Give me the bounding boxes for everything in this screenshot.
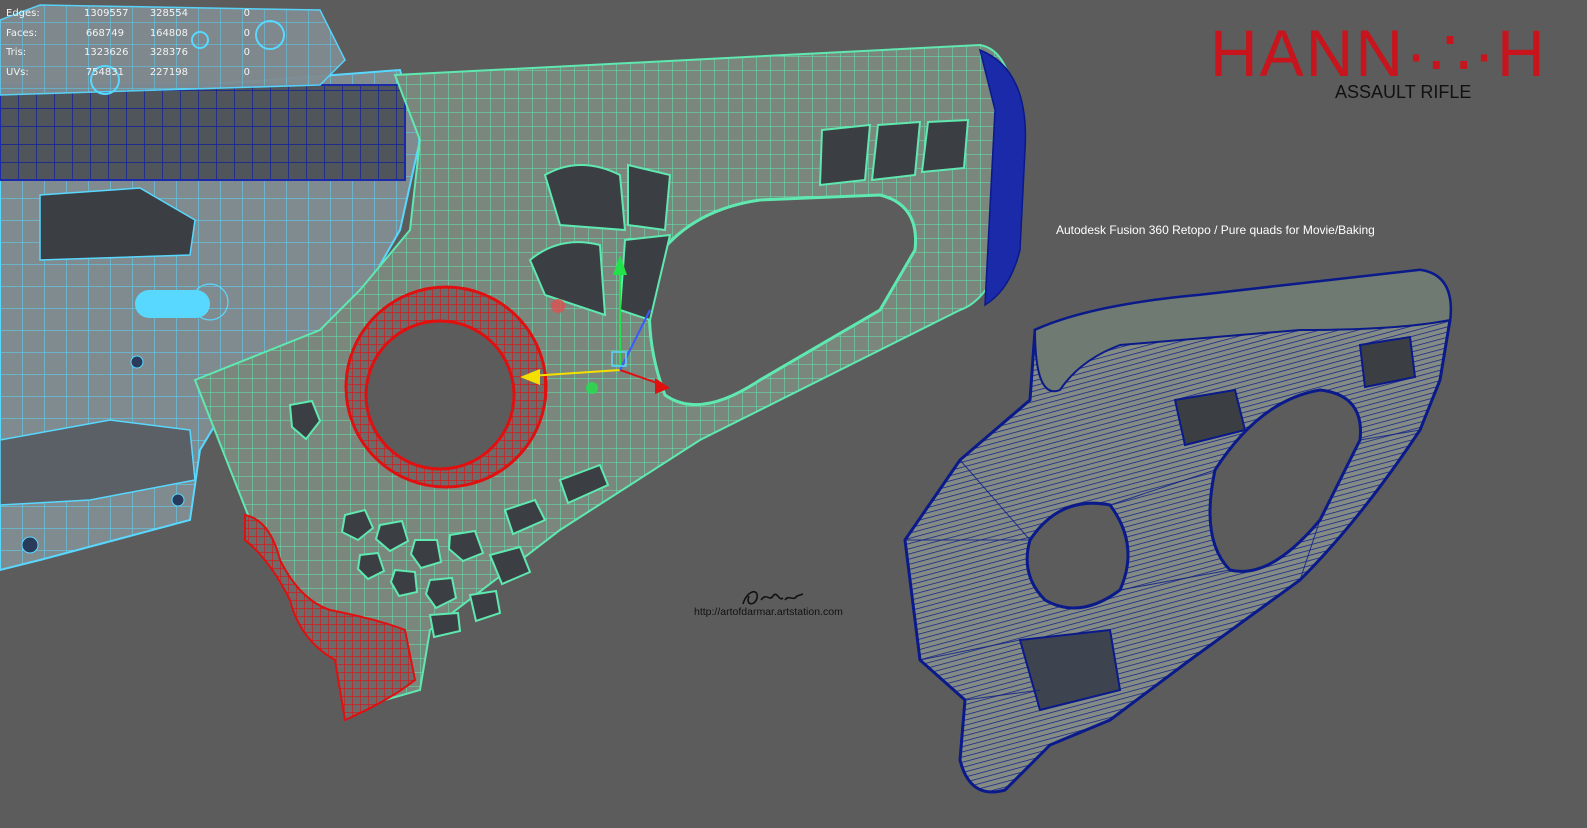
hud-value-extra: 0 [243,47,250,58]
hud-value-extra: 0 [243,66,250,78]
fusion-mesh-wireframe [903,268,1453,794]
caption-text: Autodesk Fusion 360 Retopo / Pure quads … [1056,223,1375,237]
hud-value-total: 754831 [85,66,124,78]
logo-title: HANN·∴·H [1210,16,1547,90]
hud-row-edges: Edges: 1309557 328554 0 [4,8,264,28]
3d-viewport[interactable] [0,0,1587,828]
logo-subtitle: ASSAULT RIFLE [1335,82,1472,102]
hud-value-total: 1309557 [84,8,129,19]
signature-scribble [742,591,804,605]
hud-value-total: 668749 [85,27,124,39]
hud-row-tris: Tris: 1323626 328376 0 [4,47,264,67]
hud-label: Faces: [6,27,38,39]
hud-label: Edges: [6,8,40,19]
hud-row-uvs: UVs: 754831 227198 0 [4,67,264,87]
viewport-canvas[interactable] [0,0,1587,828]
hud-value-selected: 227198 [149,66,188,78]
hud-label: UVs: [6,66,29,78]
hud-label: Tris: [6,47,27,58]
hud-value-extra: 0 [243,27,250,39]
hud-value-selected: 328554 [149,8,188,19]
hud-row-faces: Faces: 668749 164808 0 [4,28,264,48]
hud-value-extra: 0 [243,8,250,19]
poly-count-hud: Edges: 1309557 328554 0 Faces: 668749 16… [4,8,264,86]
hud-value-total: 1323626 [84,47,129,58]
hud-value-selected: 328376 [149,47,188,58]
artist-url: http://artofdarmar.artstation.com [694,606,843,618]
hud-value-selected: 164808 [149,27,188,39]
hannah-logo: HANN·∴·H ASSAULT RIFLE [1210,20,1545,110]
artist-signature: http://artofdarmar.artstation.com [694,586,854,622]
